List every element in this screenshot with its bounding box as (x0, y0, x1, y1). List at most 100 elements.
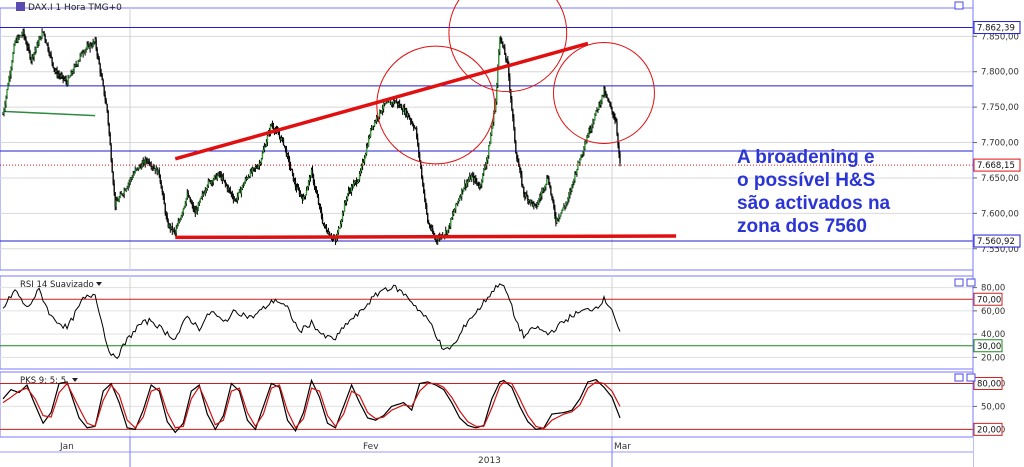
price-body (125, 188, 127, 191)
price-body (302, 196, 305, 201)
price-body (304, 194, 307, 197)
price-body (577, 162, 579, 170)
price-body (425, 204, 428, 214)
price-body (510, 89, 512, 100)
price-body (7, 85, 9, 90)
price-body (179, 219, 181, 221)
price-body (601, 94, 603, 102)
price-body (205, 188, 208, 191)
price-body (291, 169, 294, 173)
price-body (107, 110, 109, 124)
price-body (540, 195, 542, 198)
price-body (109, 133, 111, 146)
price-body (287, 154, 290, 159)
price-body (218, 172, 221, 175)
price-body (565, 203, 567, 207)
annotation-line: o possível H&S (737, 170, 875, 191)
panel-maximize-icon[interactable] (954, 373, 964, 382)
price-body (585, 141, 587, 145)
price-body (572, 181, 574, 185)
price-body (277, 131, 280, 135)
price-body (101, 74, 103, 80)
price-body (271, 124, 274, 127)
panel-maximize-icon[interactable] (954, 278, 964, 287)
price-body (11, 61, 13, 69)
price-body (255, 167, 258, 168)
price-body (43, 31, 45, 35)
price-body (183, 206, 185, 209)
price-body (385, 103, 388, 104)
annotation-line: são activados na (737, 193, 891, 214)
price-body (21, 34, 23, 36)
price-body (106, 104, 108, 111)
price-body (484, 167, 486, 170)
price-body (24, 36, 26, 40)
price-body (538, 199, 540, 204)
price-body (606, 94, 608, 98)
price-body (514, 127, 516, 142)
price-body (129, 178, 131, 182)
month-label-fev: Fev (363, 442, 379, 452)
price-body (544, 186, 546, 190)
price-body (412, 125, 415, 129)
price-body (127, 183, 129, 188)
price-body (305, 190, 308, 195)
price-body (160, 182, 162, 189)
price-body (422, 183, 425, 194)
price-body (559, 215, 561, 218)
price-body (306, 186, 309, 191)
price-body (313, 183, 316, 187)
stochastic-level-label: 20,00 (977, 425, 1001, 435)
price-body (495, 101, 497, 111)
symbol-header[interactable]: DAX.I 1 Hora TMG+0 (16, 2, 122, 13)
panel-maximize-icon[interactable] (954, 1, 964, 10)
price-body (180, 215, 182, 220)
price-body (553, 201, 555, 209)
price-body (312, 174, 315, 184)
price-body (567, 198, 569, 203)
price-body (593, 120, 595, 123)
price-body (362, 161, 365, 163)
panel-close-icon[interactable] (966, 278, 976, 287)
price-body (189, 197, 192, 202)
price-body (298, 189, 301, 195)
price-body (491, 128, 493, 135)
price-body (321, 217, 324, 224)
price-body (232, 196, 235, 200)
price-body (476, 181, 478, 183)
price-body (159, 175, 161, 183)
price-body (134, 169, 136, 173)
price-body (408, 117, 411, 119)
price-body (38, 39, 40, 45)
price-body (3, 109, 5, 115)
price-body (50, 53, 52, 58)
price-body (229, 189, 232, 193)
price-body (228, 187, 231, 190)
price-body (546, 177, 548, 184)
price-body (79, 55, 81, 60)
price-body (343, 203, 346, 212)
panel-close-icon[interactable] (966, 373, 976, 382)
price-body (97, 55, 99, 58)
price-body (576, 169, 578, 174)
price-body (297, 187, 300, 190)
price-body (9, 74, 11, 78)
price-body (236, 196, 239, 201)
price-body (381, 108, 384, 112)
price-body (175, 228, 177, 233)
price-body (251, 168, 254, 173)
price-body (460, 196, 462, 198)
price-body (459, 197, 461, 201)
price-body (126, 187, 128, 189)
price-body (342, 211, 345, 213)
price-label: 7.560,92 (977, 237, 1015, 247)
price-body (77, 61, 79, 65)
price-body (410, 121, 413, 123)
price-body (115, 200, 117, 207)
price-body (311, 169, 314, 175)
price-body (571, 184, 573, 191)
price-body (176, 225, 178, 229)
price-body (67, 77, 69, 85)
price-body (28, 46, 30, 52)
price-body (612, 111, 614, 116)
